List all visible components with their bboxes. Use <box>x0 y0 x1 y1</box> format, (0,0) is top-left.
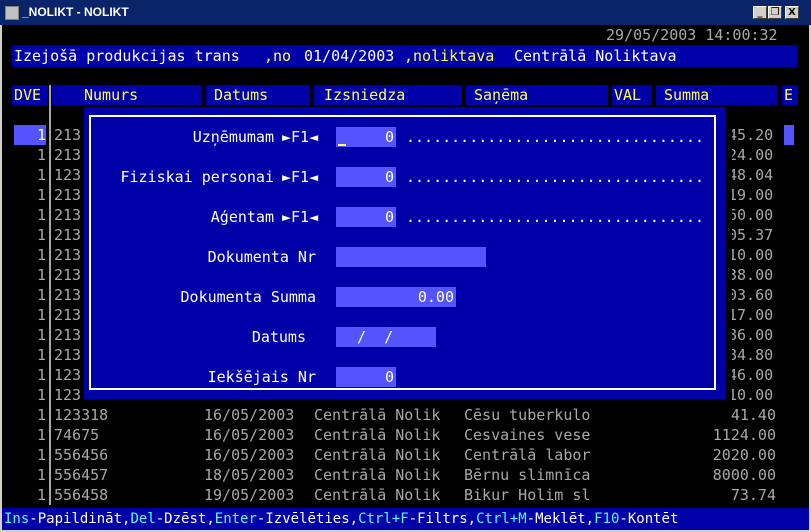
col-sanema[interactable]: Saņēma <box>474 85 528 105</box>
iekseja-label: Iekšējais Nr <box>207 368 316 386</box>
close-button[interactable]: X <box>785 6 799 19</box>
datums-label: Datums <box>251 328 306 346</box>
console-area: 29/05/2003 14:00:32 Izejošā produkcijas … <box>2 25 809 530</box>
dok-summa-label: Dokumenta Summa <box>180 288 316 306</box>
fiziskai-f1-lookup[interactable]: ►F1◄ <box>282 167 318 187</box>
key-ctrl-m[interactable]: Ctrl+M <box>476 511 527 527</box>
filter-dialog: Uzņēmumam ►F1◄ 0 .......................… <box>84 107 726 399</box>
table-row[interactable]: 1 556456 16/05/2003 Centrālā Nolik Centr… <box>12 445 802 465</box>
status-hotkeys: Ins-Papildināt,Del-Dzēst,Enter-Izvēlētie… <box>4 511 679 527</box>
col-dve[interactable]: DVE <box>14 85 41 105</box>
uznemumam-f1-lookup[interactable]: ►F1◄ <box>282 127 318 147</box>
header-title: Izejošā produkcijas trans <box>14 47 240 65</box>
datetime: 29/05/2003 14:00:32 <box>606 26 778 44</box>
dok-nr-input[interactable] <box>336 247 486 267</box>
key-del[interactable]: Del <box>130 511 155 527</box>
status-bar: Ins-Papildināt,Del-Dzēst,Enter-Izvēlētie… <box>2 508 809 530</box>
dok-summa-input[interactable]: 0.00 <box>336 287 456 307</box>
selection-marker <box>784 125 794 145</box>
fiziskai-input[interactable]: 0 <box>336 167 396 187</box>
dok-nr-label: Dokumenta Nr <box>207 248 316 266</box>
title-bar: _NOLIKT - NOLIKT _ ❐ X <box>0 0 811 25</box>
fiziskai-label: Fiziskai personai <box>120 168 274 186</box>
key-ctrl-f[interactable]: Ctrl+F <box>358 511 409 527</box>
restore-button[interactable]: ❐ <box>768 6 782 19</box>
minimize-button[interactable]: _ <box>753 6 767 19</box>
table-row[interactable]: 1 556458 19/05/2003 Centrālā Nolik Bikur… <box>12 485 802 505</box>
col-val[interactable]: VAL <box>614 85 641 105</box>
uznemumam-name-dots: ................................. <box>406 128 705 146</box>
agentam-input[interactable]: 0 <box>336 207 396 227</box>
fiziskai-name-dots: ................................. <box>406 168 705 186</box>
uznemumam-input[interactable]: 0 <box>336 127 396 147</box>
uznemumam-label: Uzņēmumam <box>192 128 274 146</box>
key-f10[interactable]: F10 <box>594 511 619 527</box>
agentam-f1-lookup[interactable]: ►F1◄ <box>282 207 318 227</box>
col-izsniedza[interactable]: Izsniedza <box>324 85 405 105</box>
agentam-label: Aģentam <box>210 208 274 226</box>
window-title: _NOLIKT - NOLIKT <box>22 5 129 19</box>
col-summa[interactable]: Summa <box>664 85 709 105</box>
key-enter[interactable]: Enter <box>215 511 257 527</box>
key-ins[interactable]: Ins <box>4 511 29 527</box>
iekseja-input[interactable]: 0 <box>336 367 396 387</box>
header-date: 01/04/2003 <box>304 47 395 65</box>
header-warehouse: Centrālā Noliktava <box>514 47 677 65</box>
col-numurs[interactable]: Numurs <box>84 85 138 105</box>
text-cursor <box>338 144 346 146</box>
table-row[interactable]: 1 123318 16/05/2003 Centrālā Nolik Cēsu … <box>12 405 802 425</box>
header-from: ,no <box>264 47 301 65</box>
table-row[interactable]: 1 556457 18/05/2003 Centrālā Nolik Bērnu… <box>12 465 802 485</box>
header-warehouse-label: ,noliktava <box>404 47 504 65</box>
table-row[interactable]: 1 74675 16/05/2003 Centrālā Nolik Cesvai… <box>12 425 802 445</box>
agentam-name-dots: ................................. <box>406 208 705 226</box>
app-icon <box>5 6 19 20</box>
col-datums[interactable]: Datums <box>214 85 268 105</box>
datums-input[interactable]: / / <box>336 327 436 347</box>
col-e[interactable]: E <box>784 85 793 105</box>
